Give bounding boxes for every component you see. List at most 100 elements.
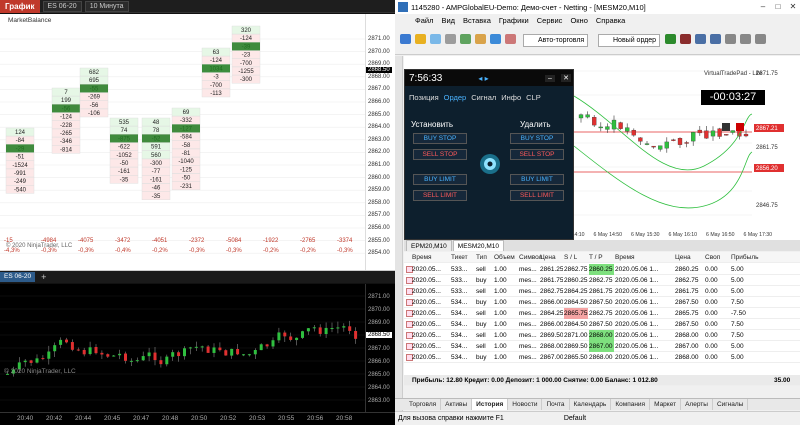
market-watch-icon[interactable] [445,34,456,44]
pad-tab[interactable]: Ордер [444,93,467,102]
chart-tab[interactable]: График [0,0,40,13]
folder-icon[interactable] [415,34,426,44]
chart-tab[interactable]: MESM20,M10 [452,240,504,251]
menu-item[interactable]: Вставка [463,16,491,25]
column-header[interactable]: Объем [494,252,515,263]
table-cell: 7.50 [731,299,744,306]
table-row[interactable]: 2020.05... 534... sell 1.00 mes... 2869.50 287… [404,330,800,341]
delete-sell-stop-button[interactable]: SELL STOP [510,149,564,160]
terminal-tab[interactable]: Почта [542,399,570,410]
menu-item[interactable]: Графики [499,16,529,25]
column-header[interactable]: Символ [519,252,542,263]
footprint-chart[interactable]: MarketBalance 124-84-29-51-1524-991-249-… [0,14,395,281]
sell-stop-button[interactable]: SELL STOP [413,149,467,160]
buy-stop-button[interactable]: BUY STOP [413,133,467,144]
terminal-tab[interactable]: Компания [611,399,651,410]
table-row[interactable]: 2020.05... 534... buy 1.00 mes... 2866.00 2864… [404,319,800,330]
terminal-tab[interactable]: Активы [441,399,473,410]
pad-tab[interactable]: CLP [526,93,541,102]
table-cell: 2861.75 [589,288,613,295]
grid-icon[interactable] [725,34,736,44]
pad-tab[interactable]: Инфо [501,93,521,102]
column-header[interactable]: Время [412,252,432,263]
window-title: 1145280 - AMPGlobalEU-Demo: Демо-счет - … [411,2,646,12]
terminal-tab[interactable]: Маркет [650,399,682,410]
terminal-tab[interactable]: Торговля [405,399,442,410]
table-row[interactable]: 2020.05... 534... buy 1.00 mes... 2866.00 2864… [404,297,800,308]
new-order-button[interactable]: Новый ордер [598,34,661,47]
footprint-value: -161 [150,177,163,183]
table-row[interactable]: 2020.05... 534... sell 1.00 mes... 2868.00 286… [404,341,800,352]
terminal-icon[interactable] [490,34,501,44]
table-cell: 534... [451,321,468,328]
column-header[interactable]: Тип [476,252,487,263]
candlestick-chart[interactable]: © 2020 NinjaTrader, LLC 2871.00 2870.00 28… [0,284,395,425]
table-cell: 1.00 [494,321,507,328]
table-row[interactable]: 2020.05... 533... sell 1.00 mes... 2861.25 286… [404,264,800,275]
navigator-icon[interactable] [460,34,471,44]
menu-item[interactable]: Сервис [537,16,563,25]
table-cell: 2868.00 [675,354,699,361]
pad-tab[interactable]: Позиция [409,93,439,102]
close-button[interactable]: ✕ [786,0,800,14]
autotrading-button[interactable]: Авто-торговля [523,34,589,47]
table-row[interactable]: 2020.05... 533... buy 1.00 mes... 2861.75 2860… [404,275,800,286]
menu-item[interactable]: Вид [441,16,455,25]
terminal-tab[interactable]: Календарь [570,399,612,410]
terminal-tab[interactable]: Алерты [681,399,713,410]
buy-chart-icon[interactable] [665,34,676,44]
pad-close-button[interactable]: ✕ [561,74,571,82]
minimize-button[interactable]: – [756,0,770,14]
column-header[interactable]: Прибыль [731,252,759,263]
bottom-chart-tab[interactable]: ES 06-20 [0,272,36,282]
mt-candle-body [631,129,636,136]
buy-limit-button[interactable]: BUY LIMIT [413,174,467,185]
column-header[interactable]: S / L [564,252,577,263]
column-header[interactable]: Цена [540,252,556,263]
footprint-value: -46 [152,186,161,192]
delta-value: -0,4% [115,248,131,254]
navigator-side-tab[interactable] [395,56,403,416]
delete-buy-limit-button[interactable]: BUY LIMIT [510,174,564,185]
column-header[interactable]: Тикет [451,252,468,263]
terminal-tab[interactable]: Новости [508,399,543,410]
terminal-tab[interactable]: Сигналы [713,399,749,410]
column-header[interactable]: T / P [589,252,603,263]
profiles-icon[interactable] [430,34,441,44]
new-chart-icon[interactable] [400,34,411,44]
column-header[interactable]: Время [615,252,635,263]
table-cell: 534... [451,310,468,317]
sell-limit-button[interactable]: SELL LIMIT [413,190,467,201]
price-axis[interactable]: 2871.00 2870.00 2869.00 2868.00 2867.00 2866.… [365,14,395,270]
menu-item[interactable]: Справка [596,16,625,25]
zoom-in-icon[interactable] [695,34,706,44]
table-row[interactable]: 2020.05... 534... buy 1.00 mes... 2867.00 2865… [404,352,800,363]
terminal-tab[interactable]: История [472,399,509,410]
table-row[interactable]: 2020.05... 533... sell 1.00 mes... 2862.75 286… [404,286,800,297]
zoom-out-icon[interactable] [710,34,721,44]
tester-icon[interactable] [505,34,516,44]
pad-minimize-button[interactable]: – [545,74,555,82]
chart-tab[interactable]: EPM20,M10 [406,240,452,251]
mt-chart-area[interactable]: 2871.752867.212861.752856.202846.756 May… [404,56,800,240]
table-row[interactable]: 2020.05... 534... sell 1.00 mes... 2864.25 286… [404,308,800,319]
instrument-select[interactable]: ES 06-20 [42,0,82,12]
arrows-icon[interactable]: ◂ ▸ [478,74,488,83]
candle-body [59,339,63,345]
column-header[interactable]: Цена [675,252,691,263]
data-window-icon[interactable] [475,34,486,44]
bottom-price-axis[interactable]: 2871.002870.002869.002868.002867.002866.… [365,284,395,412]
column-header[interactable]: Своп [705,252,720,263]
menu-item[interactable]: Файл [415,16,433,25]
sell-chart-icon[interactable] [680,34,691,44]
pad-tab[interactable]: Сигнал [471,93,496,102]
maximize-button[interactable]: □ [771,0,785,14]
delete-sell-limit-button[interactable]: SELL LIMIT [510,190,564,201]
menu-item[interactable]: Окно [570,16,587,25]
shift-icon[interactable] [755,34,766,44]
timeframe-select[interactable]: 10 Минута [84,0,129,12]
autoscroll-icon[interactable] [740,34,751,44]
history-table[interactable]: Время Тикет Тип Объем Символ Цена S / LT / P Вр… [404,252,800,386]
add-tab-button[interactable]: + [37,272,50,282]
delete-buy-stop-button[interactable]: BUY STOP [510,133,564,144]
